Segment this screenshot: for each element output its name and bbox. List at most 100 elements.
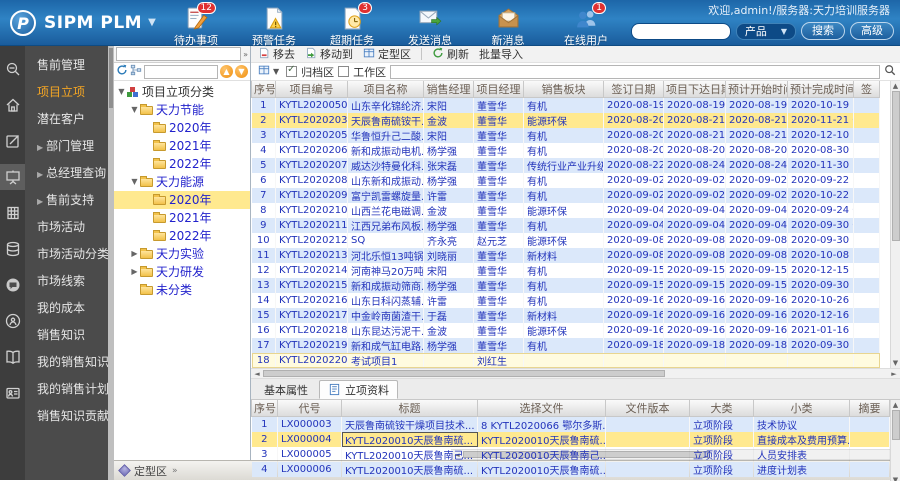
tree-node-2021年[interactable]: 2021年: [114, 137, 250, 155]
column-header[interactable]: 代号: [277, 400, 342, 417]
tree-node-2022年[interactable]: 2022年: [114, 227, 250, 245]
table-row[interactable]: 12KYTL2020214河南神马20万吨...宋阳董雪华有机2020-09-1…: [251, 263, 880, 278]
finalize-zone-button[interactable]: 定型区: [360, 46, 414, 62]
sidebar-item-项目立项[interactable]: 项目立项: [25, 79, 114, 106]
table-row[interactable]: 18 KYTL2020220 考试项目1 刘红生: [251, 353, 880, 368]
module-chat-icon[interactable]: [0, 272, 25, 298]
advanced-search-button[interactable]: 高级: [850, 22, 894, 40]
detail-table-vscrollbar[interactable]: ▲ ▼: [890, 400, 900, 481]
sidebar-item-售前支持[interactable]: ▶ 售前支持: [25, 187, 114, 214]
module-home-icon[interactable]: [0, 92, 25, 118]
table-row[interactable]: 16 KYTL2020218 山东昆达污泥干... 金波 董雪华 能源环保 2020-09-…: [251, 323, 880, 338]
table-row[interactable]: 5 KYTL2020207 威达沙特曼化科... 张宋磊 董雪华 传统行业产业升级 2020…: [251, 158, 880, 173]
main-table-vscrollbar[interactable]: ▲ ▼: [890, 81, 900, 368]
column-header[interactable]: 摘要: [849, 400, 890, 417]
sidebar-item-我的成本[interactable]: 我的成本: [25, 295, 114, 322]
archive-checkbox[interactable]: [286, 64, 298, 77]
tree-toggle-icon[interactable]: ▶: [129, 263, 140, 281]
tree-toggle-icon[interactable]: ▼: [116, 83, 127, 101]
todo-button[interactable]: 待办事项 12: [170, 2, 222, 48]
global-search-input[interactable]: [630, 22, 731, 40]
tree-node-2021年[interactable]: 2021年: [114, 209, 250, 227]
table-row[interactable]: 14 KYTL2020216 山东日科闪蒸辅... 许雷 董雪华 有机 2020-09-16…: [251, 293, 880, 308]
main-table-hscrollbar[interactable]: ◄ ►: [251, 368, 900, 379]
tree-node-2020年[interactable]: 2020年: [114, 119, 250, 137]
column-header[interactable]: 签: [853, 81, 880, 98]
table-search-input[interactable]: [390, 64, 880, 79]
warning-task-button[interactable]: 预警任务: [248, 6, 300, 48]
tree-node-天力研发[interactable]: ▶ 天力研发: [114, 263, 250, 281]
tab-立项资料[interactable]: 立项资料: [319, 380, 398, 399]
column-header[interactable]: 项目名称: [347, 81, 424, 98]
sidebar-item-市场活动[interactable]: 市场活动: [25, 214, 114, 241]
column-header[interactable]: 销售经理: [423, 81, 474, 98]
module-edit-icon[interactable]: [0, 128, 25, 154]
send-message-button[interactable]: 发送消息: [404, 6, 456, 48]
app-logo[interactable]: P SIPM PLM ▼: [0, 0, 170, 45]
column-header[interactable]: 项目编号: [275, 81, 348, 98]
module-book-icon[interactable]: [0, 344, 25, 370]
table-row[interactable]: 2 KYTL2020203 天辰鲁南硫铵干... 金波 董雪华 能源环保 2020-08-2…: [251, 113, 880, 128]
online-users-button[interactable]: 在线用户 1: [560, 2, 612, 48]
batch-import-button[interactable]: 批量导入: [476, 46, 526, 62]
tree-search-up-button[interactable]: ▲: [220, 65, 233, 78]
module-present-icon[interactable]: [0, 164, 25, 190]
column-settings-button[interactable]: ▼: [255, 64, 282, 79]
column-header[interactable]: 项目下达日期: [663, 81, 726, 98]
column-header[interactable]: 项目经理: [473, 81, 524, 98]
table-row[interactable]: 11KYTL2020213河北乐恒13吨锅...刘晓丽董雪华新材料2020-09…: [251, 248, 880, 263]
column-header[interactable]: 序号: [251, 400, 278, 417]
tree-combo-input[interactable]: [116, 47, 242, 61]
column-header[interactable]: 预计开始时间: [725, 81, 788, 98]
module-database-icon[interactable]: [0, 236, 25, 262]
table-row[interactable]: 8 KYTL2020210 山西兰花电磁调... 金波 董雪华 能源环保 2020-09-0…: [251, 203, 880, 218]
sidebar-scrollbar[interactable]: [108, 46, 114, 480]
table-row[interactable]: 9 KYTL2020211 江西兄弟布风板... 杨学强 董雪华 有机 2020-09-04…: [251, 218, 880, 233]
column-header[interactable]: 选择文件: [477, 400, 606, 417]
tree-search-down-button[interactable]: ▼: [235, 65, 248, 78]
tree-node-2020年[interactable]: 2020年: [114, 191, 250, 209]
sidebar-item-我的销售计划[interactable]: 我的销售计划: [25, 376, 114, 403]
table-row[interactable]: 4 LX000006 KYTL2020010天辰鲁南硫... KYTL2020010天…: [251, 462, 890, 477]
sidebar-item-总经理查询[interactable]: ▶ 总经理查询: [25, 160, 114, 187]
tree-node-项目立项分类[interactable]: ▼ 项目立项分类: [114, 83, 250, 101]
sidebar-item-市场活动分类[interactable]: 市场活动分类: [25, 241, 114, 268]
column-header[interactable]: 标题: [341, 400, 478, 417]
table-row[interactable]: 7 KYTL2020209 富宁凯雷螺旋量... 许雷 董雪华 有机 2020-09-02 …: [251, 188, 880, 203]
finalize-zone-panel-toggle[interactable]: 定型区: [134, 463, 167, 479]
table-row[interactable]: 2 LX000004 KYTL2020010天辰鲁南硫... KYTL2020010天…: [251, 432, 890, 447]
tree-node-天力节能[interactable]: ▼ 天力节能: [114, 101, 250, 119]
table-row[interactable]: 17 KYTL2020219 新和成气缸电路... 杨学强 董雪华 有机 2020-09-1…: [251, 338, 880, 353]
search-button[interactable]: 搜索: [801, 22, 845, 40]
new-message-button[interactable]: 新消息: [482, 6, 534, 48]
search-category-select[interactable]: 产品 ▼: [735, 22, 796, 40]
tree-structure-icon[interactable]: [130, 64, 142, 79]
column-header[interactable]: 销售板块: [523, 81, 604, 98]
move-to-button[interactable]: 移动到: [302, 46, 356, 62]
column-header[interactable]: 小类: [753, 400, 850, 417]
tree-node-天力实验[interactable]: ▶ 天力实验: [114, 245, 250, 263]
tree-node-2022年[interactable]: 2022年: [114, 155, 250, 173]
tree-node-天力能源[interactable]: ▼ 天力能源: [114, 173, 250, 191]
sidebar-item-销售知识[interactable]: 销售知识: [25, 322, 114, 349]
table-row[interactable]: 4 KYTL2020206 新和成振动电机... 杨学强 董雪华 有机 2020-08-20…: [251, 143, 880, 158]
column-header[interactable]: 预计完成时间: [787, 81, 854, 98]
table-row[interactable]: 10KYTL2020212SQ齐永亮赵元芝能源环保2020-09-08 10:.…: [251, 233, 880, 248]
table-row[interactable]: 1 KYTL2020050 山东辛化锦纶济... 宋阳 董雪华 有机 2020-08-19 …: [251, 97, 880, 113]
column-header[interactable]: 大类: [689, 400, 754, 417]
sidebar-item-潜在客户[interactable]: 潜在客户: [25, 106, 114, 133]
tree-search-input[interactable]: [144, 64, 218, 79]
combo-collapse-icon[interactable]: »: [243, 50, 248, 59]
table-row[interactable]: 3 KYTL2020205 华鲁恒升己二酸... 宋阳 董雪华 有机 2020-08-20 …: [251, 128, 880, 143]
overdue-task-button[interactable]: 超期任务 3: [326, 2, 378, 48]
workspace-checkbox[interactable]: [338, 66, 350, 77]
column-header[interactable]: 文件版本: [605, 400, 690, 417]
tree-toggle-icon[interactable]: ▶: [129, 245, 140, 263]
module-broadcast-icon[interactable]: [0, 308, 25, 334]
table-row[interactable]: 3 LX000005 KYTL2020010天辰鲁南己... KYTL2020010天…: [252, 447, 890, 462]
table-row[interactable]: 6 KYTL2020208 山东新和成振动... 杨学强 董雪华 有机 2020-09-02…: [251, 173, 880, 188]
tab-基本属性[interactable]: 基本属性: [255, 380, 317, 399]
remove-button[interactable]: 移去: [255, 46, 298, 62]
search-icon[interactable]: [884, 64, 896, 79]
sidebar-item-销售知识贡献[interactable]: 销售知识贡献: [25, 403, 114, 430]
